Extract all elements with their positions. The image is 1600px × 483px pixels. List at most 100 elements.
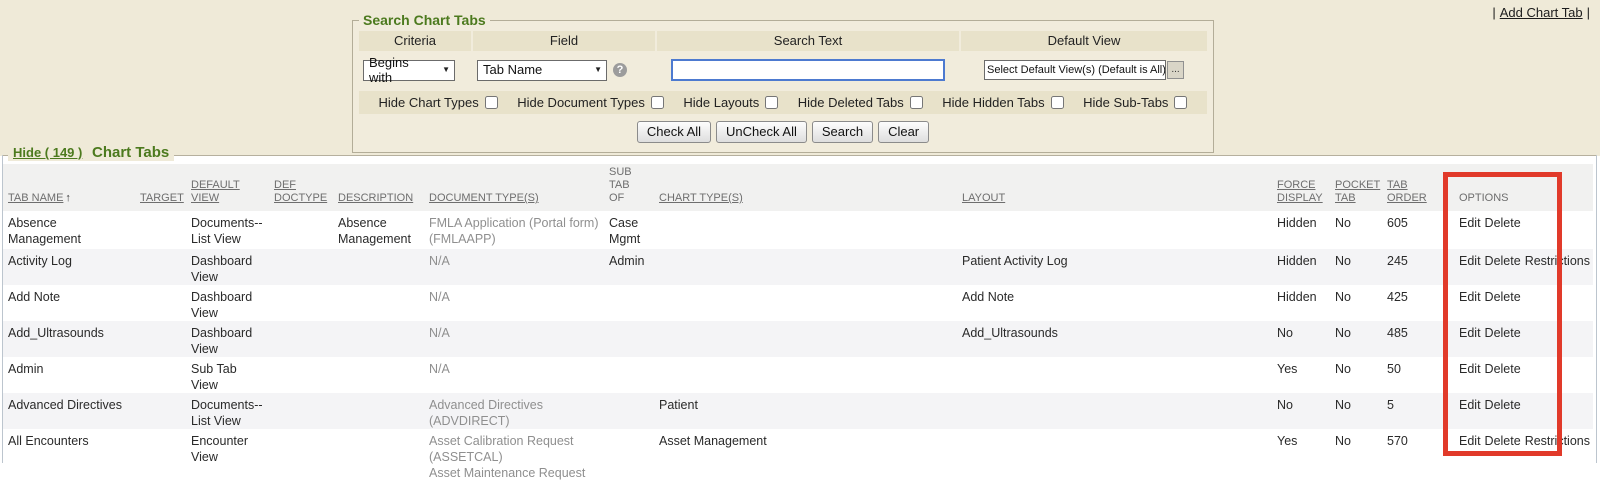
delete-link[interactable]: Delete	[1485, 434, 1521, 448]
edit-link[interactable]: Edit	[1459, 216, 1481, 230]
pocket-tab-sort-link[interactable]: POCKET TAB	[1335, 179, 1380, 204]
table-row: Admin Sub Tab View N/A Yes No 50 EditDel…	[3, 357, 1593, 393]
hide-sub-tabs-checkbox[interactable]	[1174, 96, 1187, 109]
tab-name-sort-link[interactable]: TAB NAME	[8, 192, 63, 204]
cell-pocket-tab: No	[1330, 285, 1382, 321]
delete-link[interactable]: Delete	[1485, 290, 1521, 304]
cell-tab-order: 50	[1382, 357, 1440, 393]
chart-tabs-legend: Hide ( 149 ) Chart Tabs	[8, 144, 174, 161]
cell-options: Edit Delete	[1440, 357, 1593, 393]
table-row: Add Note Dashboard View N/A Add Note Hid…	[3, 285, 1593, 321]
cell-tab-order: 425	[1382, 285, 1440, 321]
delete-link[interactable]: Delete	[1485, 398, 1521, 412]
check-all-button[interactable]: Check All	[637, 121, 711, 143]
cell-target	[135, 321, 186, 357]
sort-ascending-icon: ↑	[65, 192, 71, 204]
column-header-pocket-tab: POCKET TAB	[1330, 164, 1382, 211]
search-buttons-row: Check All UnCheck All Search Clear	[359, 114, 1207, 146]
cell-tab-order: 245	[1382, 249, 1440, 285]
cell-layout	[957, 429, 1272, 483]
cell-force-display: Hidden	[1272, 285, 1330, 321]
cell-default-view: Dashboard View	[186, 249, 269, 285]
filter-hide-chart-types: Hide Chart Types	[379, 95, 498, 110]
edit-link[interactable]: Edit	[1459, 326, 1481, 340]
cell-document-types: Advanced Directives (ADVDIRECT)	[424, 393, 604, 429]
cell-default-view: Dashboard View	[186, 321, 269, 357]
document-types-sort-link[interactable]: DOCUMENT TYPE(S)	[429, 192, 539, 204]
hide-document-types-checkbox[interactable]	[651, 96, 664, 109]
cell-sub-tab-of	[604, 429, 654, 483]
cell-pocket-tab: No	[1330, 321, 1382, 357]
field-select[interactable]: Tab Name ▼	[477, 60, 607, 81]
cell-tab-order: 485	[1382, 321, 1440, 357]
cell-tab-name: Activity Log	[3, 249, 135, 285]
edit-link[interactable]: Edit	[1459, 290, 1481, 304]
column-header-options: OPTIONS	[1440, 164, 1593, 211]
cell-pocket-tab: No	[1330, 249, 1382, 285]
def-doctype-sort-link[interactable]: DEF DOCTYPE	[274, 179, 327, 204]
column-header-default-view: DEFAULT VIEW	[186, 164, 269, 211]
edit-link[interactable]: Edit	[1459, 434, 1481, 448]
delete-link[interactable]: Delete	[1485, 254, 1521, 268]
add-chart-tab-link[interactable]: Add Chart Tab	[1500, 5, 1583, 20]
chart-tabs-frame-top	[2, 155, 1597, 156]
chart-tabs-title: Chart Tabs	[92, 144, 169, 161]
filter-label: Hide Chart Types	[379, 95, 479, 110]
default-view-input[interactable]: Select Default View(s) (Default is All)	[984, 60, 1166, 80]
search-panel-legend: Search Chart Tabs	[359, 12, 490, 28]
separator: |	[1492, 5, 1495, 20]
filter-hide-layouts: Hide Layouts	[683, 95, 778, 110]
cell-force-display: No	[1272, 321, 1330, 357]
cell-layout: Patient Activity Log	[957, 249, 1272, 285]
clear-button[interactable]: Clear	[878, 121, 929, 143]
cell-chart-types	[654, 321, 957, 357]
edit-link[interactable]: Edit	[1459, 398, 1481, 412]
delete-link[interactable]: Delete	[1485, 216, 1521, 230]
cell-layout	[957, 211, 1272, 249]
chevron-down-icon: ▼	[594, 65, 602, 74]
default-view-sort-link[interactable]: DEFAULT VIEW	[191, 179, 240, 204]
delete-link[interactable]: Delete	[1485, 362, 1521, 376]
delete-link[interactable]: Delete	[1485, 326, 1521, 340]
edit-link[interactable]: Edit	[1459, 254, 1481, 268]
column-header-document-types: DOCUMENT TYPE(S)	[424, 164, 604, 211]
filter-label: Hide Deleted Tabs	[798, 95, 904, 110]
force-display-sort-link[interactable]: FORCE DISPLAY	[1277, 179, 1323, 204]
search-text-input[interactable]	[671, 59, 945, 81]
cell-sub-tab-of: Case Mgmt	[604, 211, 654, 249]
filter-label: Hide Document Types	[517, 95, 645, 110]
default-view-browse-button[interactable]: ...	[1167, 61, 1184, 79]
hide-layouts-checkbox[interactable]	[765, 96, 778, 109]
cell-target	[135, 211, 186, 249]
cell-tab-order: 605	[1382, 211, 1440, 249]
cell-def-doctype	[269, 285, 333, 321]
hide-count-link[interactable]: Hide ( 149 )	[13, 145, 82, 160]
cell-chart-types	[654, 211, 957, 249]
tab-order-sort-link[interactable]: TAB ORDER	[1387, 179, 1427, 204]
column-header-tab-order: TAB ORDER	[1382, 164, 1440, 211]
hide-chart-types-checkbox[interactable]	[485, 96, 498, 109]
cell-target	[135, 393, 186, 429]
cell-layout	[957, 357, 1272, 393]
layout-sort-link[interactable]: LAYOUT	[962, 192, 1005, 204]
table-row: Advanced Directives Documents--List View…	[3, 393, 1593, 429]
chart-types-sort-link[interactable]: CHART TYPE(S)	[659, 192, 743, 204]
hide-deleted-tabs-checkbox[interactable]	[910, 96, 923, 109]
search-inputs-row: Begins with ▼ Tab Name ▼ ? Select Defaul…	[359, 51, 1207, 90]
hide-hidden-tabs-checkbox[interactable]	[1051, 96, 1064, 109]
cell-tab-name: All Encounters	[3, 429, 135, 483]
target-sort-link[interactable]: TARGET	[140, 192, 184, 204]
uncheck-all-button[interactable]: UnCheck All	[716, 121, 807, 143]
search-chart-tabs-panel: Search Chart Tabs Criteria Field Search …	[352, 12, 1214, 153]
cell-default-view: Encounter View	[186, 429, 269, 483]
restrictions-link[interactable]: Restrictions	[1525, 434, 1590, 448]
filter-hide-deleted-tabs: Hide Deleted Tabs	[798, 95, 923, 110]
column-header-tab-name: TAB NAME↑	[3, 164, 135, 211]
edit-link[interactable]: Edit	[1459, 362, 1481, 376]
criteria-select[interactable]: Begins with ▼	[363, 60, 455, 81]
table-row: Activity Log Dashboard View N/A Admin Pa…	[3, 249, 1593, 285]
search-button[interactable]: Search	[812, 121, 873, 143]
restrictions-link[interactable]: Restrictions	[1525, 254, 1590, 268]
help-icon[interactable]: ?	[613, 63, 627, 77]
description-sort-link[interactable]: DESCRIPTION	[338, 192, 413, 204]
